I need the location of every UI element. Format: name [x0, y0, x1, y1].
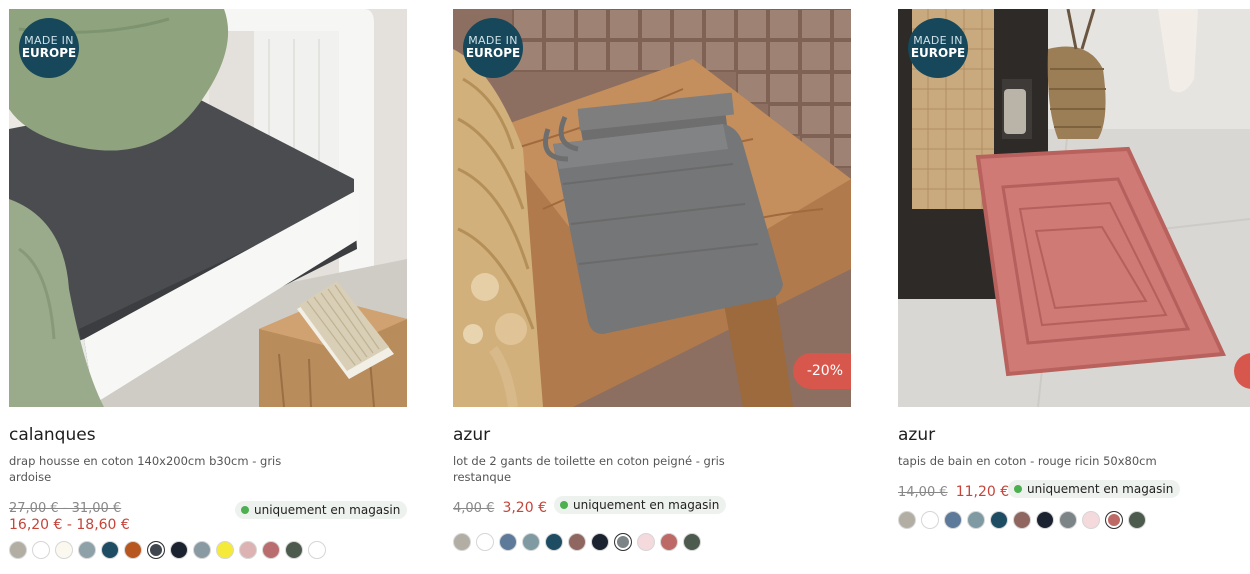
- color-swatch[interactable]: [637, 533, 655, 551]
- color-swatch[interactable]: [170, 541, 188, 559]
- color-swatch[interactable]: [55, 541, 73, 559]
- product-description[interactable]: drap housse en coton 140x200cm b30cm - g…: [9, 453, 289, 485]
- color-swatch[interactable]: [545, 533, 563, 551]
- color-swatch[interactable]: [147, 541, 165, 559]
- color-swatch[interactable]: [1082, 511, 1100, 529]
- badge-line2: EUROPE: [910, 46, 966, 60]
- price-row: 4,00 € 3,20 € uniquement en magasin: [453, 496, 851, 517]
- color-swatch[interactable]: [1105, 511, 1123, 529]
- color-swatch[interactable]: [216, 541, 234, 559]
- old-price: 14,00 €: [898, 485, 948, 500]
- price-row: 14,00 € 11,20 € uniquement en magasin: [898, 480, 1250, 501]
- color-swatch[interactable]: [921, 511, 939, 529]
- color-swatch[interactable]: [308, 541, 326, 559]
- badge-line2: EUROPE: [465, 46, 521, 60]
- color-swatch[interactable]: [1059, 511, 1077, 529]
- product-title[interactable]: azur: [898, 425, 1250, 447]
- product-card[interactable]: MADE IN EUROPE azur tapis de bain en cot…: [898, 9, 1250, 530]
- badge-line2: EUROPE: [21, 46, 77, 60]
- product-image[interactable]: MADE IN EUROPE: [898, 9, 1250, 407]
- color-swatch[interactable]: [591, 533, 609, 551]
- color-swatch[interactable]: [990, 511, 1008, 529]
- availability-dot-icon: [1014, 485, 1022, 493]
- availability-dot-icon: [560, 501, 568, 509]
- color-swatch[interactable]: [101, 541, 119, 559]
- color-swatch[interactable]: [476, 533, 494, 551]
- color-swatches: [9, 540, 407, 560]
- availability-dot-icon: [241, 506, 249, 514]
- color-swatch[interactable]: [285, 541, 303, 559]
- availability-badge: uniquement en magasin: [235, 501, 408, 519]
- color-swatch[interactable]: [1013, 511, 1031, 529]
- color-swatch[interactable]: [568, 533, 586, 551]
- color-swatch[interactable]: [683, 533, 701, 551]
- old-price: 27,00 € - 31,00 €: [9, 501, 122, 516]
- product-image[interactable]: MADE IN EUROPE -20%: [453, 9, 851, 407]
- old-price: 4,00 €: [453, 501, 495, 516]
- color-swatches: [898, 510, 1250, 530]
- product-description[interactable]: lot de 2 gants de toilette en coton peig…: [453, 453, 733, 485]
- availability-badge: uniquement en magasin: [1008, 480, 1181, 498]
- color-swatch[interactable]: [499, 533, 517, 551]
- color-swatch[interactable]: [522, 533, 540, 551]
- new-price: 11,20 €: [955, 484, 1010, 500]
- color-swatches: [453, 532, 851, 552]
- color-swatch[interactable]: [660, 533, 678, 551]
- made-in-europe-badge: MADE IN EUROPE: [908, 18, 968, 78]
- color-swatch[interactable]: [898, 511, 916, 529]
- color-swatch[interactable]: [262, 541, 280, 559]
- new-price: 3,20 €: [502, 500, 547, 516]
- product-title[interactable]: azur: [453, 425, 851, 447]
- availability-label: uniquement en magasin: [254, 503, 401, 517]
- color-swatch[interactable]: [944, 511, 962, 529]
- price-row: 27,00 € - 31,00 € 16,20 € - 18,60 € uniq…: [9, 497, 408, 533]
- color-swatch[interactable]: [32, 541, 50, 559]
- color-swatch[interactable]: [614, 533, 632, 551]
- made-in-europe-badge: MADE IN EUROPE: [19, 18, 79, 78]
- made-in-europe-badge: MADE IN EUROPE: [463, 18, 523, 78]
- color-swatch[interactable]: [1036, 511, 1054, 529]
- new-price: 16,20 € - 18,60 €: [9, 517, 130, 533]
- color-swatch[interactable]: [453, 533, 471, 551]
- availability-label: uniquement en magasin: [573, 498, 720, 512]
- product-description[interactable]: tapis de bain en coton - rouge ricin 50x…: [898, 453, 1198, 469]
- color-swatch[interactable]: [1128, 511, 1146, 529]
- discount-badge: -20%: [792, 353, 851, 389]
- product-title[interactable]: calanques: [9, 425, 407, 447]
- product-card[interactable]: MADE IN EUROPE -20% azur lot de 2 gants …: [453, 9, 851, 552]
- color-swatch[interactable]: [193, 541, 211, 559]
- color-swatch[interactable]: [239, 541, 257, 559]
- availability-badge: uniquement en magasin: [554, 496, 727, 514]
- product-image[interactable]: MADE IN EUROPE: [9, 9, 407, 407]
- color-swatch[interactable]: [967, 511, 985, 529]
- product-card[interactable]: MADE IN EUROPE calanques drap housse en …: [9, 9, 408, 560]
- color-swatch[interactable]: [78, 541, 96, 559]
- color-swatch[interactable]: [9, 541, 27, 559]
- availability-label: uniquement en magasin: [1027, 482, 1174, 496]
- color-swatch[interactable]: [124, 541, 142, 559]
